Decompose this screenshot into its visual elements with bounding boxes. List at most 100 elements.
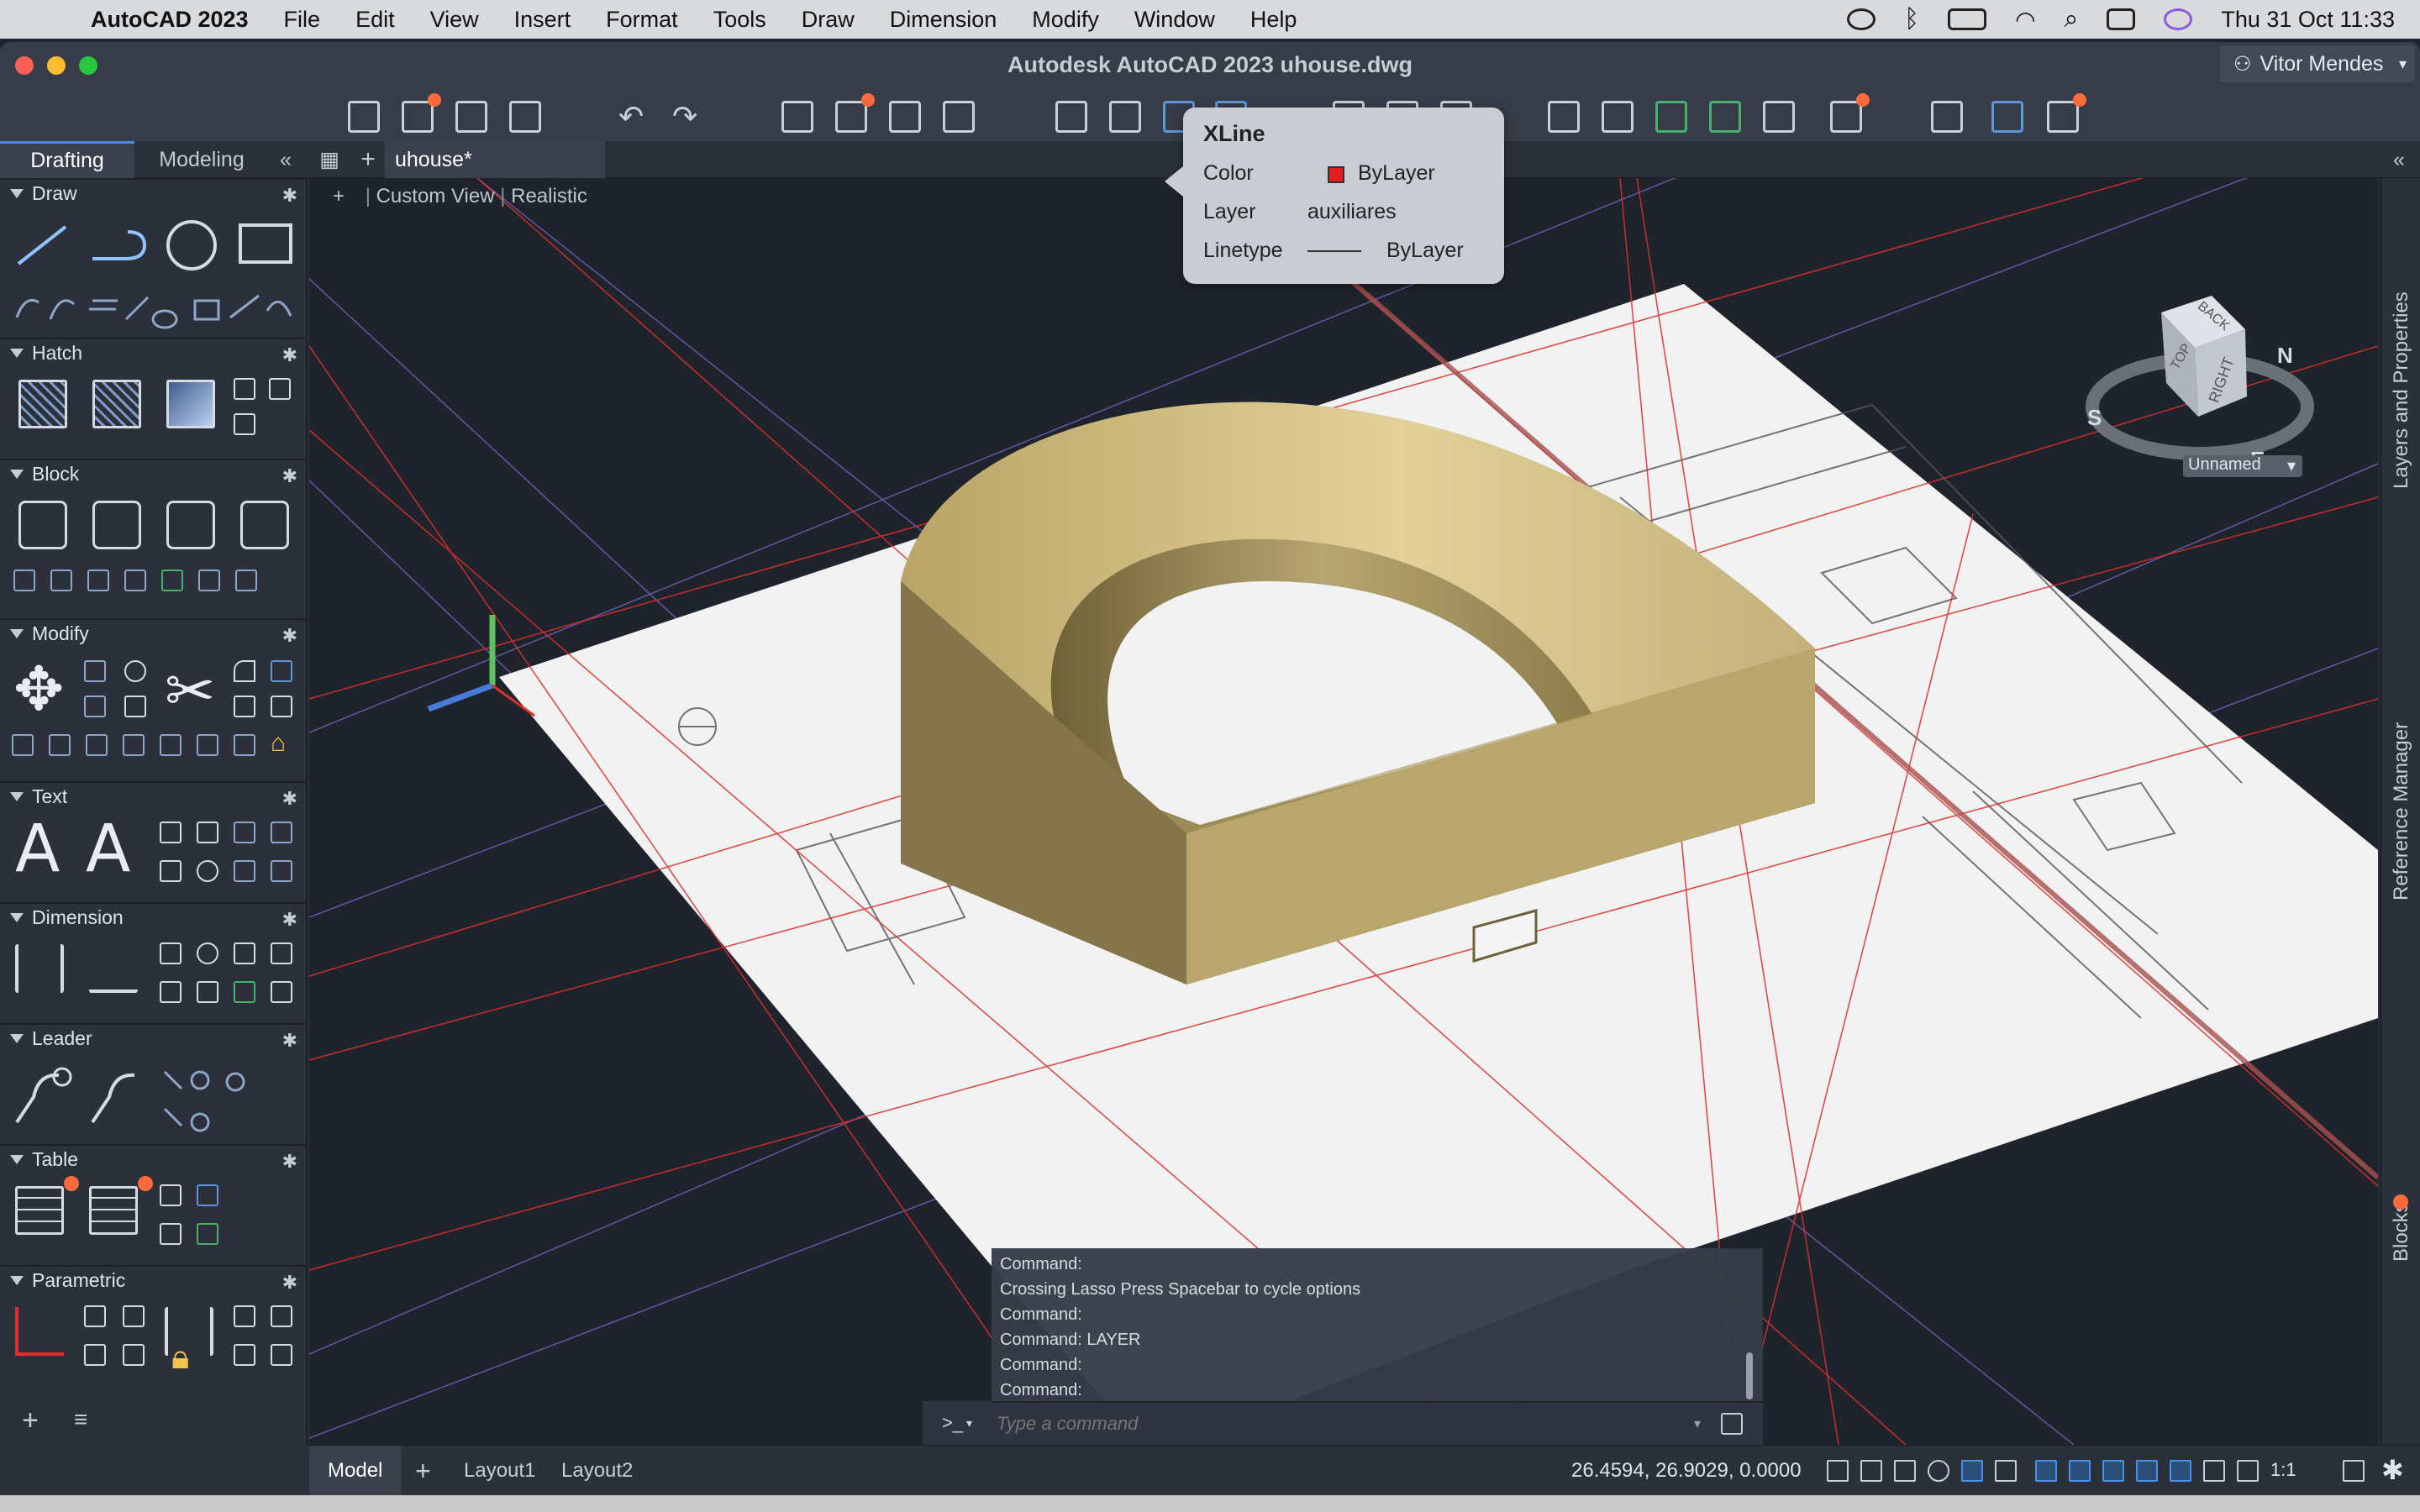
polar-icon[interactable] <box>1928 1460 1949 1482</box>
pdf-import-icon[interactable] <box>271 822 292 843</box>
block-tool-icon[interactable] <box>161 570 183 591</box>
leader-small-tools[interactable] <box>163 1070 245 1132</box>
menu-help[interactable]: Help <box>1250 7 1297 33</box>
modify-tool-icon[interactable] <box>86 734 108 756</box>
reference-manager-tab[interactable]: Reference Manager <box>2390 722 2413 900</box>
create-block-icon[interactable] <box>18 501 67 549</box>
rotate-icon[interactable] <box>124 660 146 682</box>
modify-tool-icon[interactable] <box>197 734 218 756</box>
palette-menu-icon[interactable]: ≡ <box>74 1406 87 1433</box>
creative-cloud-icon[interactable] <box>1847 8 1876 30</box>
data-extraction-icon[interactable] <box>160 1184 182 1206</box>
command-scrollbar[interactable] <box>1746 1352 1753 1399</box>
constraint-tool-icon[interactable] <box>234 1344 255 1366</box>
dimension-icon[interactable] <box>15 944 64 993</box>
plot-icon[interactable] <box>781 101 813 133</box>
dimension-tool-icon[interactable] <box>160 981 182 1003</box>
menu-dimension[interactable]: Dimension <box>890 7 997 33</box>
menu-tools[interactable]: Tools <box>713 7 766 33</box>
multileader-icon[interactable] <box>15 1073 60 1124</box>
new-tab-icon[interactable]: + <box>351 141 385 178</box>
siri-icon[interactable] <box>2164 8 2193 30</box>
pdf-text-icon[interactable] <box>271 860 292 882</box>
undo-icon[interactable]: ↶ <box>618 99 644 134</box>
command-prompt-button[interactable]: >_ ▾ <box>923 1401 992 1445</box>
menu-edit[interactable]: Edit <box>355 7 395 33</box>
gradient-icon[interactable] <box>166 380 215 428</box>
copy-icon[interactable] <box>84 660 106 682</box>
open-file-icon[interactable] <box>402 93 441 133</box>
dimension-tool-icon[interactable] <box>271 981 292 1003</box>
batch-plot-icon[interactable] <box>835 93 875 133</box>
tab-layout1[interactable]: Layout1 <box>464 1446 535 1496</box>
tab-modeling[interactable]: Modeling <box>138 141 266 178</box>
fillet-icon[interactable] <box>234 660 255 682</box>
layer-icon[interactable] <box>1763 101 1795 133</box>
expand-right-icon[interactable]: « <box>2378 141 2420 178</box>
text-tool-icon[interactable] <box>234 860 255 882</box>
menu-app-name[interactable]: AutoCAD 2023 <box>91 7 249 33</box>
section-parametric-header[interactable]: Parametric <box>0 1267 308 1294</box>
hatch-icon[interactable] <box>18 380 67 428</box>
gear-icon[interactable]: ✱ <box>282 788 297 810</box>
constraint-tool-icon[interactable] <box>84 1305 106 1327</box>
erase-icon[interactable]: ⌂ <box>271 729 286 758</box>
match-properties-icon[interactable] <box>1602 101 1634 133</box>
command-customize-icon[interactable] <box>1721 1413 1744 1435</box>
scissors-icon[interactable]: ✂ <box>165 655 215 726</box>
dimension-tool-icon[interactable] <box>234 981 255 1003</box>
gradient-hatch-icon[interactable] <box>92 380 141 428</box>
lineweight-icon[interactable] <box>1995 1460 2017 1482</box>
spotlight-search-icon[interactable]: ⌕ <box>2065 5 2079 34</box>
command-input[interactable] <box>997 1407 1694 1441</box>
insert-block-icon[interactable] <box>92 501 141 549</box>
modify-tool-icon[interactable] <box>234 734 255 756</box>
section-draw-header[interactable]: Draw <box>0 180 308 207</box>
modify-tool-icon[interactable] <box>49 734 71 756</box>
chevron-down-icon[interactable]: ▾ <box>1694 1415 1701 1432</box>
coordinate-readout[interactable]: 26.4594, 26.9029, 0.0000 <box>1571 1459 1802 1483</box>
snap-icon[interactable] <box>1860 1460 1882 1482</box>
dynamic-input-icon[interactable] <box>2102 1460 2124 1482</box>
lock-icon[interactable]: 🔒︎ <box>171 1339 189 1377</box>
publish-icon[interactable] <box>943 101 975 133</box>
multiline-text-icon[interactable]: A <box>15 811 60 887</box>
gear-icon[interactable]: ✱ <box>282 1151 297 1173</box>
table-tool-icon[interactable] <box>160 1223 182 1245</box>
section-modify-header[interactable]: Modify <box>0 620 308 647</box>
isodraft-icon[interactable] <box>1961 1460 1983 1482</box>
menubar-datetime[interactable]: Thu 31 Oct 11:33 <box>2221 7 2395 33</box>
redo-icon[interactable]: ↷ <box>672 99 697 134</box>
add-selected-icon[interactable] <box>1655 101 1687 133</box>
constraint-tool-icon[interactable] <box>271 1305 292 1327</box>
tab-document[interactable]: uhouse* <box>385 141 605 178</box>
gear-icon[interactable]: ✱ <box>282 909 297 931</box>
export-icon[interactable] <box>1109 101 1141 133</box>
compass-north[interactable]: N <box>2277 343 2293 369</box>
snap-tracking-icon[interactable] <box>2069 1460 2091 1482</box>
menu-modify[interactable]: Modify <box>1032 7 1099 33</box>
text-tool-icon[interactable] <box>234 822 255 843</box>
dimension-tool-icon[interactable] <box>197 942 218 964</box>
import-icon[interactable] <box>1055 101 1087 133</box>
edit-block-icon[interactable] <box>166 501 215 549</box>
constraint-tool-icon[interactable] <box>84 1344 106 1366</box>
gear-icon[interactable]: ✱ <box>282 625 297 647</box>
save-as-icon[interactable] <box>509 101 541 133</box>
wipeout-icon[interactable] <box>234 413 255 435</box>
workspace-icon[interactable] <box>2343 1460 2365 1482</box>
rectangle-icon[interactable] <box>239 223 292 264</box>
table-tool-icon[interactable] <box>197 1223 218 1245</box>
annotation-scale-label[interactable]: 1:1 <box>2270 1459 2296 1481</box>
plot-preview-icon[interactable] <box>889 101 921 133</box>
blocks-tab[interactable]: Blocks <box>2390 1202 2413 1262</box>
share-icon[interactable] <box>1830 93 1870 133</box>
wifi-icon[interactable]: ◠ <box>2015 6 2035 34</box>
draw-small-tools[interactable] <box>15 294 292 329</box>
menu-insert[interactable]: Insert <box>514 7 571 33</box>
dimension-tool-icon[interactable] <box>160 942 182 964</box>
3d-icon[interactable] <box>271 696 292 717</box>
view-label[interactable]: Custom View <box>376 185 495 207</box>
annotation-visibility-icon[interactable] <box>2237 1460 2259 1482</box>
dimension-tool-icon[interactable] <box>197 981 218 1003</box>
